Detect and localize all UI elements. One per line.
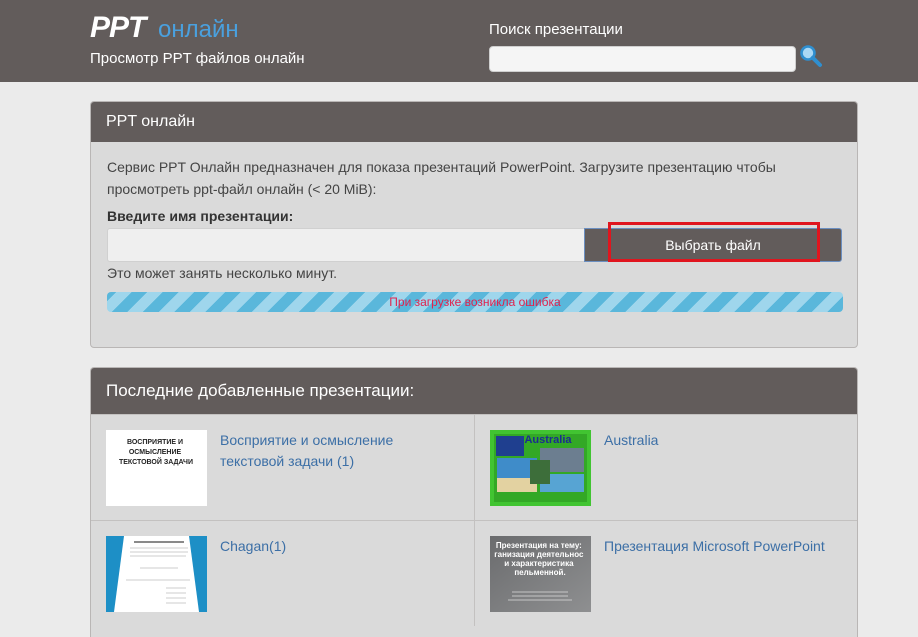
svg-text:ВОСПРИЯТИЕ И ОСМЫС: ВОСПРИЯТИЕ И ОСМЫСЛЕНИЕ ТЕКСТОВОЙ ЗАДАЧИ xyxy=(119,439,193,466)
thumb-title: Australia xyxy=(524,434,572,446)
presentation-card[interactable]: Australia Australia xyxy=(474,414,857,520)
site-tagline: Просмотр PPT файлов онлайн xyxy=(90,50,305,67)
presentation-thumbnail[interactable]: Australia xyxy=(490,430,591,506)
presentation-thumbnail[interactable]: ВОСПРИЯТИЕ И ОСМЫСЛЕНИЕ ТЕКСТОВОЙ ЗАДАЧИ xyxy=(106,430,207,506)
ppt-logo-icon: PPT xyxy=(90,12,150,40)
upload-hint: Это может занять несколько минут. xyxy=(107,265,337,281)
file-name-field[interactable] xyxy=(107,228,585,262)
upload-panel-title: PPT онлайн xyxy=(91,102,857,142)
thumb-line: Презентация на тему: xyxy=(496,541,582,550)
thumb-line: ТЕКСТОВОЙ ЗАДАЧИ xyxy=(119,457,193,466)
upload-error-message: При загрузке возникла ошибка xyxy=(389,295,561,309)
presentation-card[interactable]: Chagan(1) xyxy=(91,520,474,626)
presentation-link[interactable]: Презентация Microsoft PowerPoint xyxy=(604,536,844,557)
thumb-line: ганизация деятельнос xyxy=(494,550,584,559)
choose-file-button[interactable]: Выбрать файл xyxy=(584,228,842,262)
site-header: PPT онлайн Просмотр PPT файлов онлайн По… xyxy=(0,0,918,82)
presentation-thumbnail[interactable]: Презентация на тему: ганизация деятельно… xyxy=(490,536,591,612)
logo-word: онлайн xyxy=(158,16,239,43)
logo-text: PPT xyxy=(90,12,149,40)
search-button[interactable] xyxy=(798,43,824,69)
recent-panel-title: Последние добавленные презентации: xyxy=(91,368,857,414)
file-field-label: Введите имя презентации: xyxy=(107,208,294,224)
presentation-card[interactable]: Презентация на тему: ганизация деятельно… xyxy=(474,520,857,626)
presentation-link[interactable]: Chagan(1) xyxy=(220,536,460,557)
presentation-link[interactable]: Восприятие и осмысление текстовой задачи… xyxy=(220,430,460,472)
site-logo[interactable]: PPT онлайн xyxy=(90,8,239,43)
recent-presentations-panel: Последние добавленные презентации: ВОСПР… xyxy=(90,367,858,637)
upload-progress-bar: При загрузке возникла ошибка xyxy=(107,292,843,312)
search-icon xyxy=(800,45,822,67)
presentation-link[interactable]: Australia xyxy=(604,430,844,451)
presentation-thumbnail[interactable] xyxy=(106,536,207,612)
thumb-line: ВОСПРИЯТИЕ И xyxy=(127,439,183,446)
thumb-line: пельменной. xyxy=(514,568,565,577)
thumb-line: и характеристика xyxy=(504,559,574,568)
presentation-card[interactable]: ВОСПРИЯТИЕ И ОСМЫСЛЕНИЕ ТЕКСТОВОЙ ЗАДАЧИ… xyxy=(91,414,474,520)
thumb-line: ОСМЫСЛЕНИЕ xyxy=(129,449,182,456)
upload-description: Сервис PPT Онлайн предназначен для показ… xyxy=(107,159,776,197)
upload-panel: PPT онлайн Сервис PPT Онлайн предназначе… xyxy=(90,101,858,348)
search-label: Поиск презентации xyxy=(489,21,623,38)
search-input[interactable] xyxy=(489,46,796,72)
